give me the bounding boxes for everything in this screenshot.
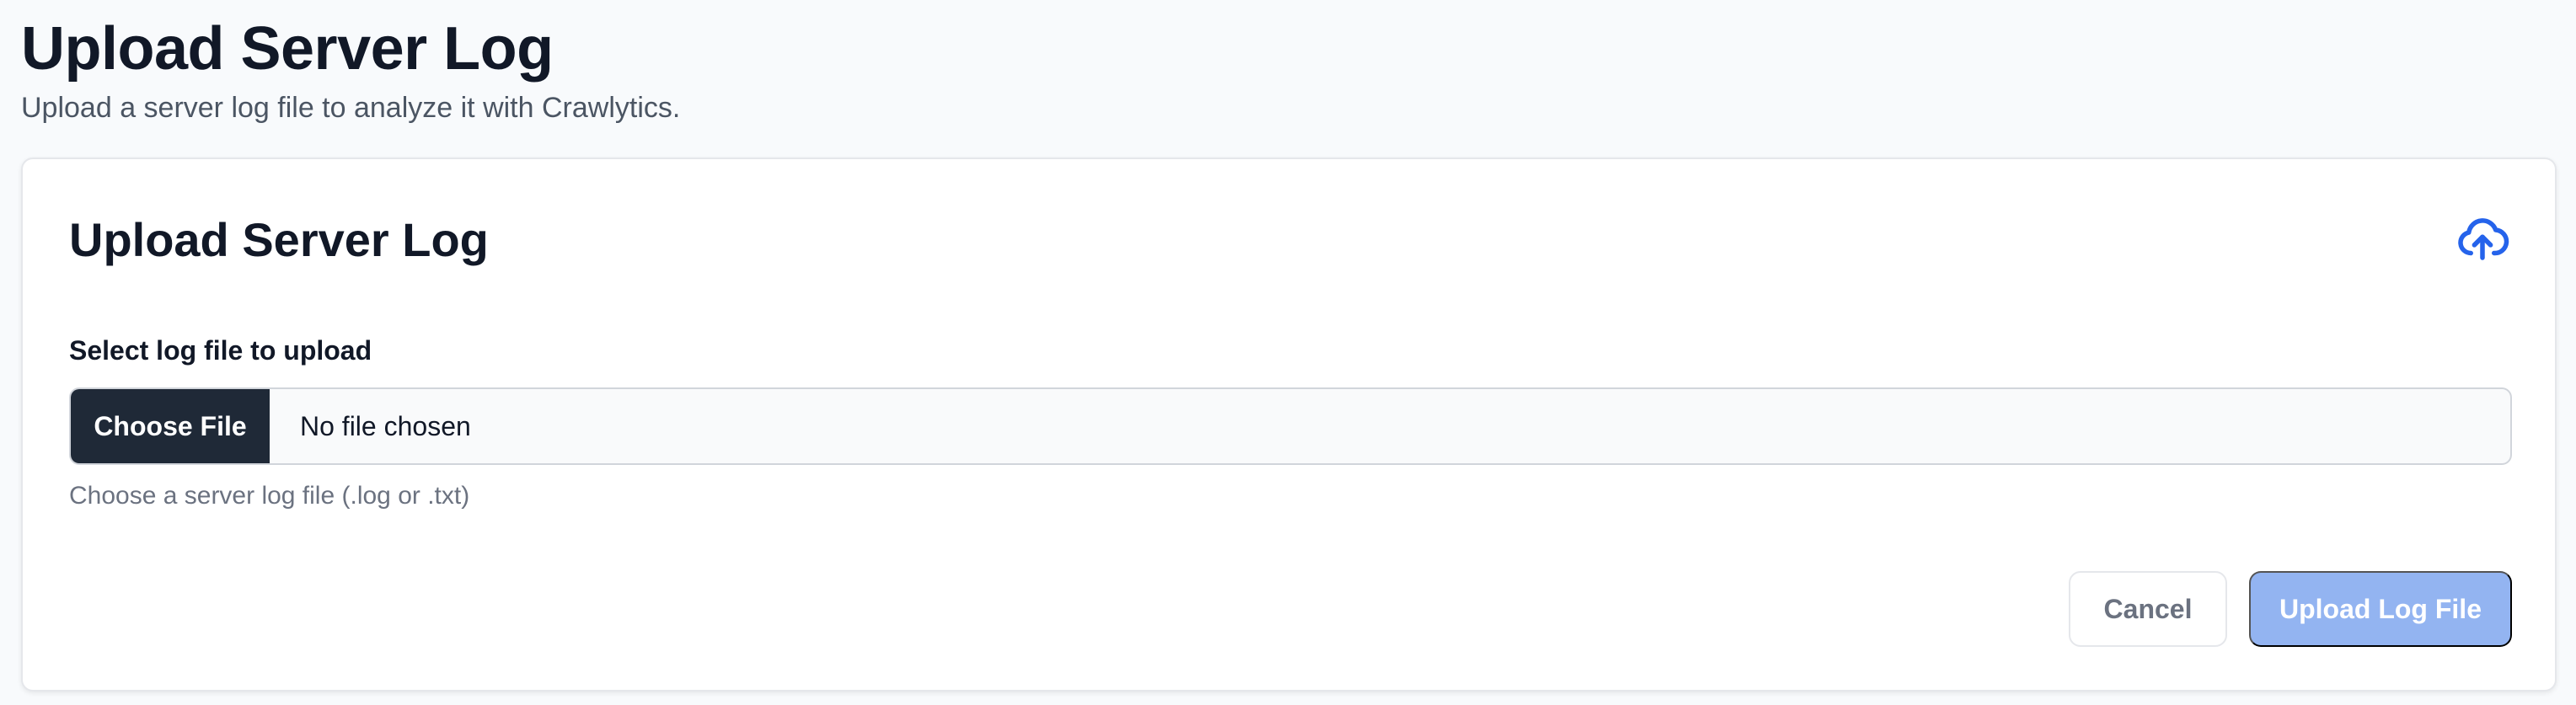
file-input[interactable]: Choose File No file chosen [69,387,2512,465]
upload-card: Upload Server Log Select log file to upl… [21,158,2557,692]
helper-text: Choose a server log file (.log or .txt) [69,482,470,510]
choose-file-button[interactable]: Choose File [71,389,270,463]
page-subtitle: Upload a server log file to analyze it w… [21,92,681,124]
cancel-button[interactable]: Cancel [2069,571,2227,647]
file-field-label: Select log file to upload [69,335,372,366]
page-header: Upload Server Log Upload a server log fi… [21,12,680,126]
upload-log-file-button[interactable]: Upload Log File [2249,571,2512,647]
card-title: Upload Server Log [69,213,489,266]
file-status-text: No file chosen [300,410,471,441]
cloud-upload-icon [2455,211,2510,267]
page-title: Upload Server Log [21,15,554,83]
